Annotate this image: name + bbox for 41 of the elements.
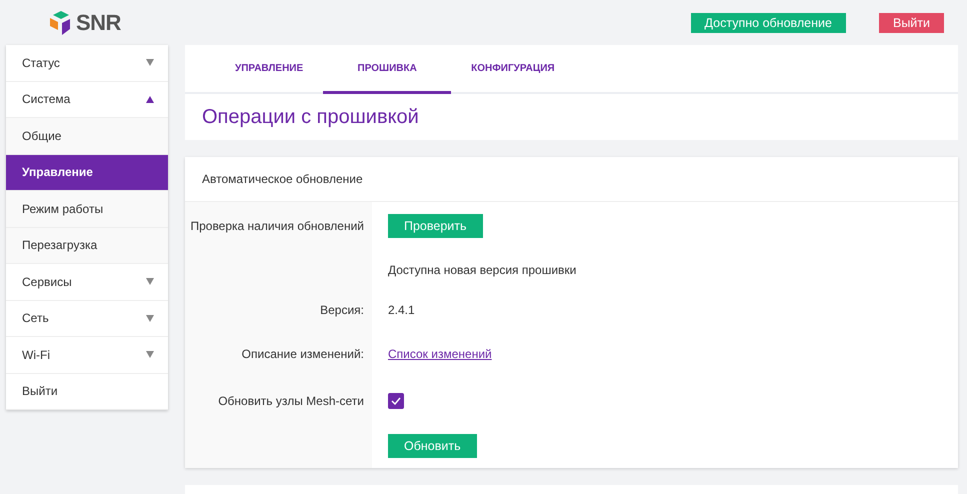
sidebar-item[interactable]: Wi-Fi xyxy=(6,337,168,374)
sidebar-subitem[interactable]: Общие xyxy=(6,118,168,154)
sidebar-item-label: Общие xyxy=(22,128,62,143)
sidebar-item[interactable]: Выйти xyxy=(6,374,168,410)
sidebar-item[interactable]: Система xyxy=(6,82,168,118)
field-label: Обновить узлы Mesh-сети xyxy=(218,394,364,408)
sidebar-item[interactable]: Сеть xyxy=(6,300,168,337)
checkmark-icon xyxy=(391,397,401,405)
tab[interactable]: КОНФИГУРАЦИЯ xyxy=(451,45,575,94)
caret-up-icon xyxy=(146,96,154,103)
sidebar-item-label: Управление xyxy=(22,165,93,180)
caret-down-icon xyxy=(146,278,154,286)
field-value: 2.4.1 xyxy=(388,303,415,317)
logout-button[interactable]: Выйти xyxy=(878,12,944,32)
sidebar-subitem[interactable]: Перезагрузка xyxy=(6,228,168,264)
sidebar-subitem[interactable]: Режим работы xyxy=(6,191,168,228)
checkbox[interactable] xyxy=(388,393,404,409)
caret-down-icon xyxy=(146,59,154,66)
field-label: Версия: xyxy=(320,303,364,317)
changelog-link[interactable]: Список изменений xyxy=(388,347,492,361)
caret-down-icon xyxy=(146,351,154,358)
field-label: Описание изменений: xyxy=(242,347,364,361)
sidebar-subitem[interactable]: Управление xyxy=(6,154,168,191)
tab[interactable]: УПРАВЛЕНИЕ xyxy=(215,45,324,94)
sidebar-item-label: Wi-Fi xyxy=(22,348,50,362)
sidebar-item[interactable]: Сервисы xyxy=(6,264,168,300)
sidebar-item-label: Система xyxy=(22,92,70,106)
caret-down-icon xyxy=(146,314,154,322)
sidebar-item-label: Статус xyxy=(22,56,60,70)
sidebar-item[interactable]: Статус xyxy=(6,45,168,82)
field-value: Доступна новая версия прошивки xyxy=(388,263,576,277)
logo-text: SNR xyxy=(76,10,121,36)
page-title: Операции с прошивкой xyxy=(202,106,419,128)
sidebar-item-label: Сервисы xyxy=(22,274,72,289)
sidebar-item-label: Перезагрузка xyxy=(22,238,98,252)
card-title: Автоматическое обновление xyxy=(202,172,363,186)
sidebar-item-label: Сеть xyxy=(22,311,49,326)
field-label: Проверка наличия обновлений xyxy=(190,219,364,233)
sidebar-item-label: Выйти xyxy=(22,384,58,398)
sidebar-item-label: Режим работы xyxy=(22,202,104,216)
logo-icon xyxy=(50,10,72,34)
